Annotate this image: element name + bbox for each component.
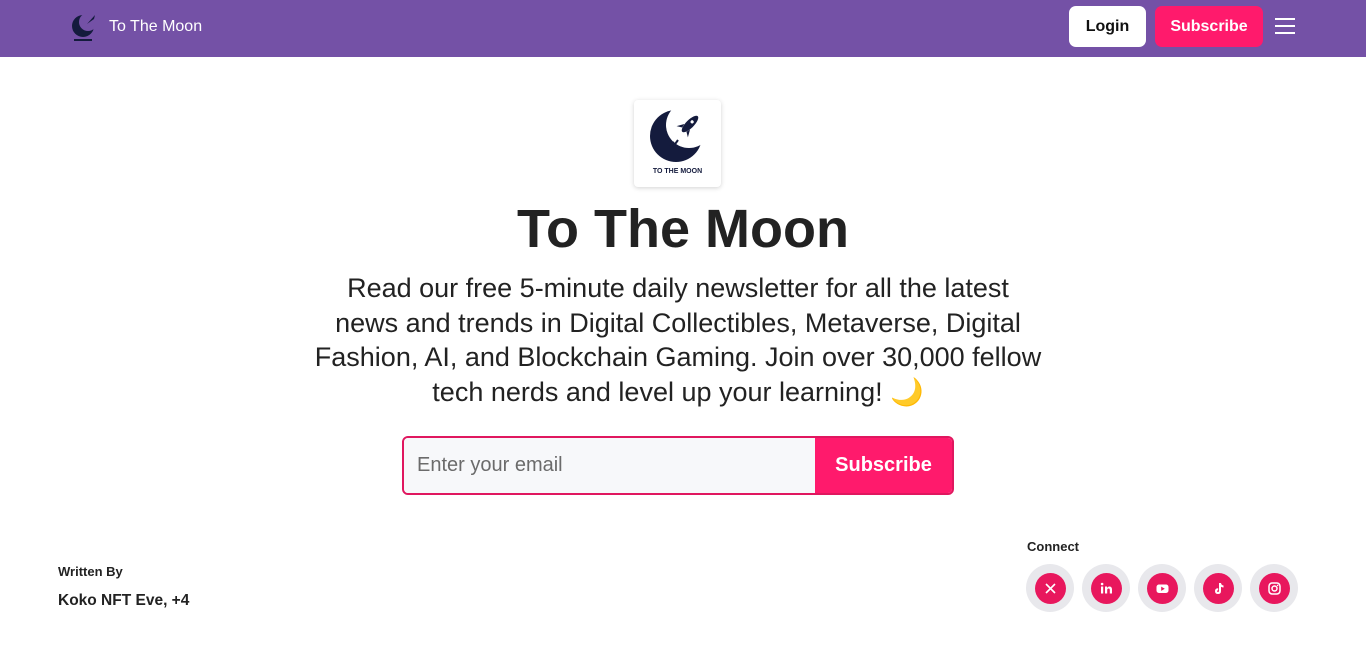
tiktok-icon [1214, 582, 1223, 594]
header-subscribe-button[interactable]: Subscribe [1155, 6, 1263, 47]
x-icon [1044, 582, 1056, 594]
publication-logo: TO THE MOON [634, 100, 721, 187]
author-names[interactable]: Koko NFT Eve, +4 [58, 592, 189, 610]
svg-text:TO THE MOON: TO THE MOON [653, 168, 702, 175]
linkedin-icon [1100, 582, 1112, 593]
tiktok-link[interactable] [1194, 564, 1242, 612]
instagram-link[interactable] [1250, 564, 1298, 612]
linkedin-link[interactable] [1082, 564, 1130, 612]
login-button[interactable]: Login [1069, 6, 1146, 47]
subscribe-button[interactable]: Subscribe [815, 438, 952, 493]
moon-rocket-logo-icon: TO THE MOON [650, 102, 712, 175]
x-link[interactable] [1026, 564, 1074, 612]
top-navbar: To The Moon Login Subscribe [0, 0, 1366, 57]
email-signup-form: Subscribe [402, 436, 954, 495]
newsletter-description: Read our free 5-minute daily newsletter … [314, 273, 1042, 407]
brand-name: To The Moon [109, 18, 203, 35]
youtube-link[interactable] [1138, 564, 1186, 612]
instagram-icon [1267, 581, 1281, 595]
page-title: To The Moon [517, 199, 849, 259]
social-links [1026, 564, 1298, 612]
moon-logo-icon [72, 13, 97, 41]
brand-link[interactable]: To The Moon [70, 10, 202, 44]
youtube-icon [1156, 584, 1168, 593]
hamburger-icon[interactable] [1273, 16, 1297, 36]
connect-label: Connect [1027, 539, 1079, 554]
email-input[interactable] [404, 438, 815, 493]
written-by-label: Written By [58, 564, 123, 579]
